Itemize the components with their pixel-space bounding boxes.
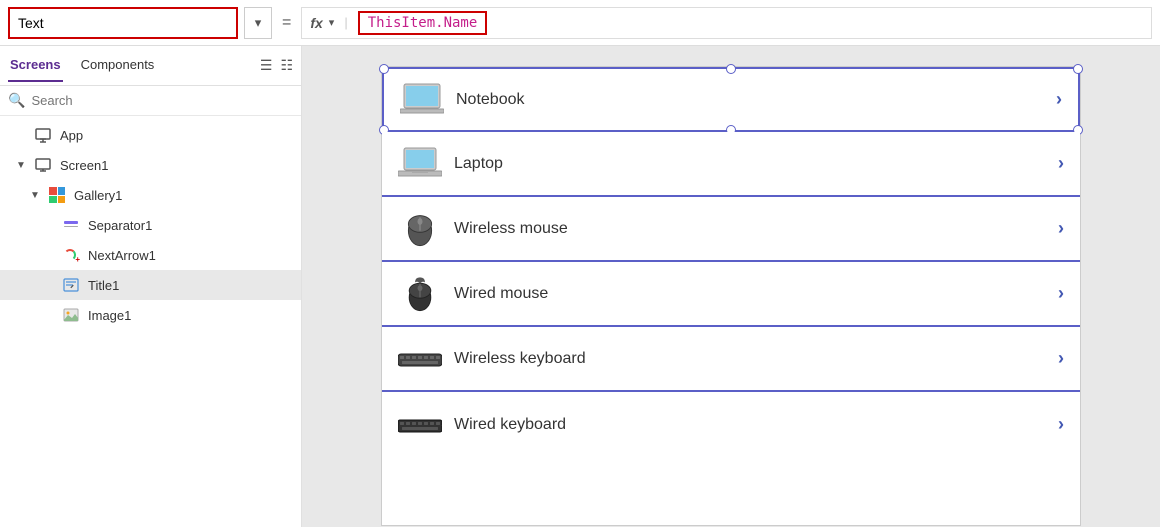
sidebar-tabs: Screens Components ☰ ☷ (0, 46, 301, 86)
notebook-label: Notebook (456, 91, 1044, 109)
gallery-canvas: Notebook › Laptop › Wireless mouse › (381, 66, 1081, 526)
equals-separator: = (278, 14, 295, 32)
wireless-mouse-image (398, 209, 442, 249)
text-input[interactable] (18, 15, 198, 31)
tree-label-screen1: Screen1 (60, 158, 108, 173)
text-property-selector[interactable] (8, 7, 238, 39)
laptop-image (398, 144, 442, 184)
gallery-row-wired-keyboard[interactable]: Wired keyboard › (382, 392, 1080, 457)
tab-components[interactable]: Components (79, 49, 157, 82)
wireless-keyboard-label: Wireless keyboard (454, 350, 1046, 368)
wireless-mouse-label: Wireless mouse (454, 220, 1046, 238)
formula-bar[interactable]: fx ▾ | ThisItem.Name (301, 7, 1152, 39)
tree-item-nextarrow1[interactable]: NextArrow1 (0, 240, 301, 270)
canvas-area: Notebook › Laptop › Wireless mouse › (302, 46, 1160, 527)
grid-view-icon[interactable]: ☷ (280, 57, 293, 74)
separator-icon (62, 216, 80, 234)
tab-screens[interactable]: Screens (8, 49, 63, 82)
screen-icon (34, 156, 52, 174)
wired-mouse-image (398, 274, 442, 314)
laptop-label: Laptop (454, 155, 1046, 173)
tree-label-app: App (60, 128, 83, 143)
wired-mouse-label: Wired mouse (454, 285, 1046, 303)
chevron-down-icon: ▼ (16, 160, 28, 171)
wired-mouse-arrow[interactable]: › (1058, 283, 1064, 304)
sidebar-tab-icons: ☰ ☷ (260, 57, 293, 74)
tree-label-title1: Title1 (88, 278, 119, 293)
tree-item-screen1[interactable]: ▼ Screen1 (0, 150, 301, 180)
search-icon: 🔍 (8, 92, 25, 109)
app-icon (34, 126, 52, 144)
list-view-icon[interactable]: ☰ (260, 57, 273, 74)
tree-label-nextarrow1: NextArrow1 (88, 248, 156, 263)
gallery-row-wireless-keyboard[interactable]: Wireless keyboard › (382, 327, 1080, 392)
wireless-mouse-arrow[interactable]: › (1058, 218, 1064, 239)
tree-item-app[interactable]: App (0, 120, 301, 150)
formula-bar-separator: | (344, 15, 347, 30)
formula-chevron-icon[interactable]: ▾ (329, 16, 335, 29)
title-icon (62, 276, 80, 294)
tree-item-gallery1[interactable]: ▼ Gallery1 (0, 180, 301, 210)
notebook-arrow[interactable]: › (1056, 89, 1062, 110)
chevron-down-icon: ▼ (30, 190, 42, 201)
tree-item-separator1[interactable]: Separator1 (0, 210, 301, 240)
sidebar: Screens Components ☰ ☷ 🔍 App ▼ (0, 46, 302, 527)
formula-expression[interactable]: ThisItem.Name (358, 11, 488, 35)
nextarrow-icon (62, 246, 80, 264)
tree-item-image1[interactable]: Image1 (0, 300, 301, 330)
gallery-row-laptop[interactable]: Laptop › (382, 132, 1080, 197)
tree-container: App ▼ Screen1 ▼ Gallery1 (0, 116, 301, 527)
wired-keyboard-image (398, 405, 442, 445)
tree-label-separator1: Separator1 (88, 218, 152, 233)
gallery-row-notebook[interactable]: Notebook › (382, 67, 1080, 132)
gallery-row-wired-mouse[interactable]: Wired mouse › (382, 262, 1080, 327)
main-layout: Screens Components ☰ ☷ 🔍 App ▼ (0, 46, 1160, 527)
top-bar: ▾ = fx ▾ | ThisItem.Name (0, 0, 1160, 46)
handle-tr (1073, 64, 1083, 74)
image-icon (62, 306, 80, 324)
gallery-row-wireless-mouse[interactable]: Wireless mouse › (382, 197, 1080, 262)
wired-keyboard-label: Wired keyboard (454, 416, 1046, 434)
search-input[interactable] (31, 93, 293, 108)
search-bar[interactable]: 🔍 (0, 86, 301, 116)
gallery-icon (48, 186, 66, 204)
property-dropdown[interactable]: ▾ (244, 7, 272, 39)
tree-item-title1[interactable]: Title1 (0, 270, 301, 300)
laptop-arrow[interactable]: › (1058, 153, 1064, 174)
tree-label-image1: Image1 (88, 308, 131, 323)
wireless-keyboard-image (398, 339, 442, 379)
wired-keyboard-arrow[interactable]: › (1058, 414, 1064, 435)
notebook-image (400, 80, 444, 120)
chevron-down-icon: ▾ (255, 15, 262, 31)
fx-button[interactable]: fx (310, 15, 322, 31)
wireless-keyboard-arrow[interactable]: › (1058, 348, 1064, 369)
tree-label-gallery1: Gallery1 (74, 188, 122, 203)
handle-tm (726, 64, 736, 74)
handle-tl (379, 64, 389, 74)
